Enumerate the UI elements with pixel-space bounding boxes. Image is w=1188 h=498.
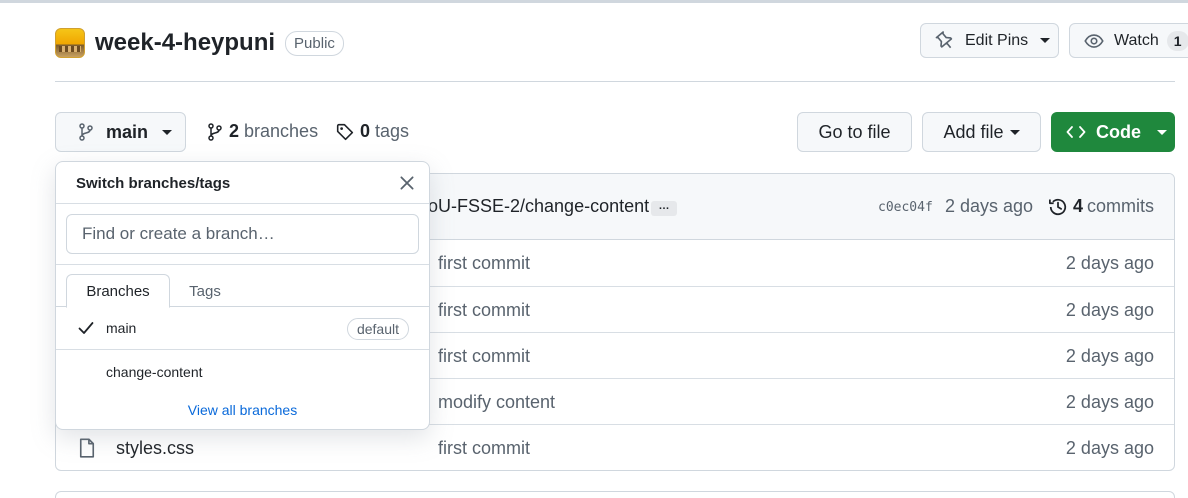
- code-label: Code: [1096, 121, 1141, 142]
- repo-name[interactable]: week-4-heypuni: [95, 29, 275, 57]
- file-commit-message[interactable]: first commit: [438, 346, 530, 367]
- current-branch-label: main: [106, 121, 149, 142]
- file-commit-time: 2 days ago: [1065, 346, 1154, 366]
- branches-link[interactable]: 2 branches: [207, 121, 318, 142]
- branch-item-label: change-content: [106, 364, 203, 380]
- header-divider: [55, 81, 1175, 82]
- dropdown-tabs: Branches Tags: [56, 265, 429, 308]
- watch-count: 1: [1166, 30, 1188, 51]
- file-commit-message[interactable]: first commit: [438, 438, 530, 459]
- chevron-down-icon: [1040, 38, 1051, 43]
- commits-count: 4: [1073, 196, 1084, 216]
- close-icon[interactable]: [398, 174, 416, 192]
- dropdown-search-area: [56, 204, 429, 265]
- file-commit-message[interactable]: first commit: [438, 300, 530, 321]
- branch-item-label: main: [106, 320, 137, 336]
- default-badge: default: [346, 318, 409, 340]
- watch-button[interactable]: Watch 1: [1069, 23, 1188, 58]
- dropdown-title: Switch branches/tags: [76, 175, 231, 192]
- view-all-branches-link[interactable]: View all branches: [56, 402, 429, 418]
- tags-count: 0: [360, 121, 371, 141]
- branch-item-change-content[interactable]: change-content: [56, 351, 429, 394]
- branch-search-input[interactable]: [66, 214, 419, 254]
- check-icon: [78, 322, 94, 334]
- file-commit-time: 2 days ago: [1065, 253, 1154, 273]
- file-commit-message[interactable]: first commit: [438, 253, 530, 274]
- tags-label: tags: [375, 121, 410, 141]
- add-file-button[interactable]: Add file: [922, 112, 1041, 152]
- table-row[interactable]: styles.css first commit 2 days ago: [56, 424, 1174, 470]
- chevron-down-icon: [1009, 129, 1020, 135]
- tags-link[interactable]: 0 tags: [336, 121, 409, 142]
- branches-count: 2: [229, 121, 240, 141]
- file-commit-message[interactable]: modify content: [438, 392, 555, 413]
- tag-icon: [336, 123, 354, 140]
- commit-sha[interactable]: c0ec04f: [878, 200, 933, 215]
- watch-label: Watch: [1114, 31, 1159, 49]
- commits-label: commits: [1087, 196, 1155, 216]
- file-commit-time: 2 days ago: [1065, 300, 1154, 320]
- tab-branches[interactable]: Branches: [66, 274, 170, 308]
- git-branch-icon: [208, 122, 222, 141]
- eye-icon: [1084, 33, 1104, 48]
- latest-commit-message[interactable]: oU-FSSE-2/change-content: [428, 196, 649, 217]
- pin-icon: [935, 30, 953, 48]
- tab-tags[interactable]: Tags: [170, 274, 240, 308]
- branch-dropdown: Switch branches/tags Branches Tags main …: [55, 161, 430, 430]
- add-file-label: Add file: [943, 121, 1004, 142]
- dropdown-header: Switch branches/tags: [56, 162, 429, 204]
- branch-item-main[interactable]: main default: [56, 307, 429, 350]
- commit-time: 2 days ago: [945, 196, 1034, 216]
- edit-pins-label: Edit Pins: [965, 31, 1029, 49]
- branches-label: branches: [244, 121, 319, 141]
- visibility-badge: Public: [285, 30, 344, 56]
- file-icon: [79, 438, 95, 458]
- repo-avatar[interactable]: [55, 28, 85, 58]
- chevron-down-icon: [1157, 129, 1167, 135]
- go-to-file-button[interactable]: Go to file: [797, 112, 912, 152]
- commit-expand-button[interactable]: …: [651, 201, 677, 216]
- git-branch-icon: [79, 123, 93, 141]
- branch-select-button[interactable]: main: [55, 112, 186, 152]
- chevron-down-icon: [162, 129, 173, 135]
- history-icon: [1049, 198, 1067, 215]
- file-commit-time: 2 days ago: [1065, 438, 1154, 458]
- top-border: [0, 0, 1188, 3]
- file-commit-time: 2 days ago: [1065, 392, 1154, 412]
- commits-link[interactable]: 4 commits: [1048, 196, 1154, 217]
- code-icon: [1066, 126, 1086, 138]
- edit-pins-button[interactable]: Edit Pins: [920, 23, 1059, 58]
- repo-header: week-4-heypuni Public: [55, 24, 344, 62]
- file-name[interactable]: styles.css: [116, 438, 194, 459]
- readme-box: [55, 491, 1175, 498]
- code-button[interactable]: Code: [1051, 112, 1175, 152]
